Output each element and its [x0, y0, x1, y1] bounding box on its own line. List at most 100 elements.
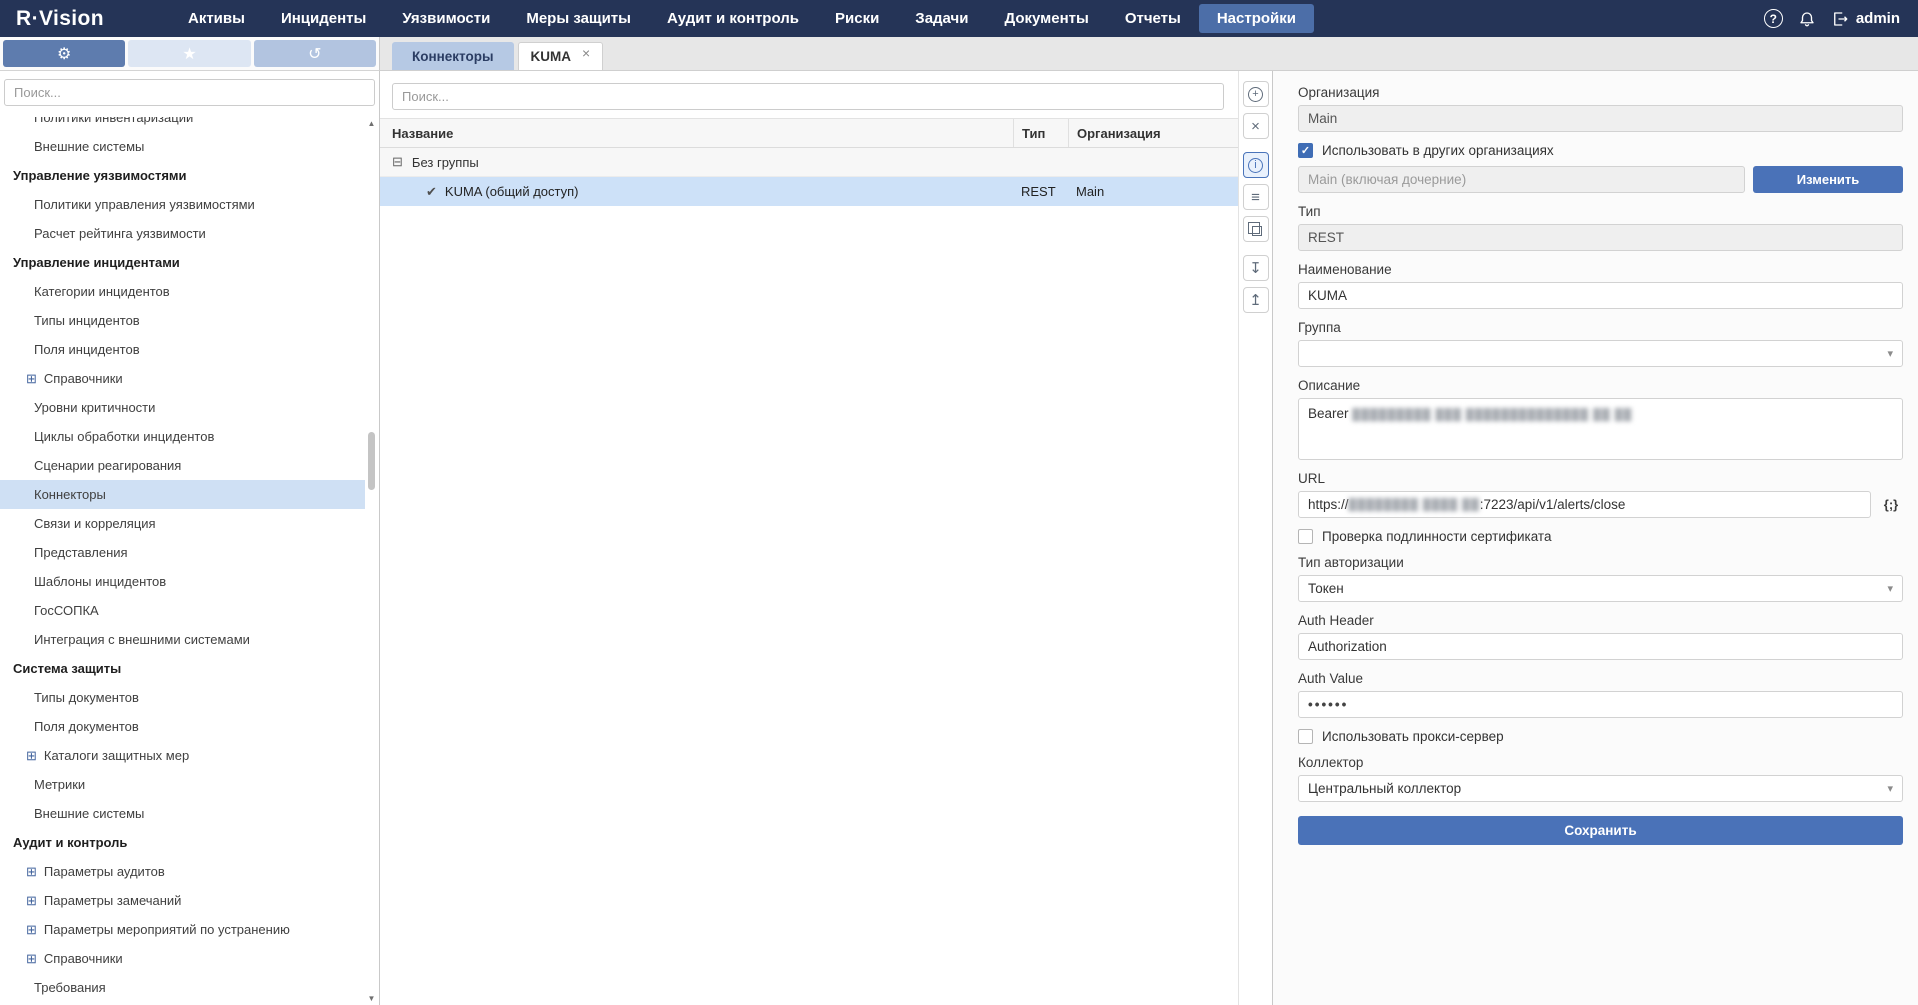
nav-item-10[interactable]: Настройки: [1199, 4, 1314, 33]
tree-item[interactable]: ⊞Параметры замечаний: [0, 886, 365, 915]
expand-plus-icon[interactable]: ⊞: [26, 893, 37, 908]
nav-item-2[interactable]: Инциденты: [263, 4, 384, 33]
group-row[interactable]: ⊟ Без группы: [380, 148, 1238, 177]
tree-item[interactable]: Циклы обработки инцидентов: [0, 422, 365, 451]
nav-item-4[interactable]: Меры защиты: [508, 4, 649, 33]
info-icon[interactable]: i: [1243, 152, 1269, 178]
tree-item[interactable]: Коннекторы: [0, 480, 365, 509]
tree-item[interactable]: ⊞Справочники: [0, 944, 365, 973]
url-input[interactable]: https://████████ ████ ██:7223/api/v1/ale…: [1298, 491, 1871, 518]
help-icon[interactable]: ?: [1764, 9, 1783, 28]
sidebar-tab-favorites[interactable]: ★: [128, 40, 250, 67]
auth-value-input[interactable]: ••••••: [1298, 691, 1903, 718]
tree-item[interactable]: ⊞Каталоги защитных мер: [0, 741, 365, 770]
tree-item[interactable]: ⊞Справочники: [0, 364, 365, 393]
tree-item[interactable]: Внешние системы: [0, 799, 365, 828]
tree-item[interactable]: ⊞ Параметры мероприятий по устранению: [0, 915, 365, 944]
nav-item-8[interactable]: Документы: [986, 4, 1106, 33]
tab-connectors[interactable]: Коннекторы: [392, 42, 514, 70]
tree-item-label: Уровни критичности: [34, 400, 155, 415]
clear-icon[interactable]: ×: [1243, 113, 1269, 139]
tree-item-label: Внешние системы: [34, 806, 144, 821]
tree-item[interactable]: Поля документов: [0, 712, 365, 741]
close-tab-icon[interactable]: ×: [582, 46, 590, 60]
sidebar-tab-recent[interactable]: ↺: [254, 40, 376, 67]
import-icon[interactable]: ↧: [1243, 255, 1269, 281]
tree-item[interactable]: Поля инцидентов: [0, 335, 365, 364]
description-textarea[interactable]: Bearer █████████ ███ ██████████████ ██ █…: [1298, 398, 1903, 460]
column-header-name[interactable]: Название: [380, 126, 1013, 141]
notifications-bell-icon[interactable]: [1798, 10, 1816, 28]
check-icon: ✔: [426, 184, 437, 200]
collector-select[interactable]: Центральный коллектор ▾: [1298, 775, 1903, 802]
nav-item-3[interactable]: Уязвимости: [384, 4, 508, 33]
tree-item-label: Коннекторы: [34, 487, 106, 502]
nav-item-1[interactable]: Активы: [170, 4, 263, 33]
row-type: REST: [1013, 184, 1068, 199]
name-input[interactable]: [1298, 282, 1903, 309]
tree-item[interactable]: Представления: [0, 538, 365, 567]
tree-item[interactable]: Политики управления уязвимостями: [0, 190, 365, 219]
tree-item[interactable]: Внешние системы: [0, 132, 365, 161]
expand-plus-icon[interactable]: ⊞: [26, 371, 37, 386]
tree-item[interactable]: Требования: [0, 973, 365, 1002]
connectors-list-panel: Название Тип Организация ⊟ Без группы ✔ …: [380, 71, 1238, 1005]
settings-sidebar: Политики инвентаризацииВнешние системыУп…: [0, 71, 380, 1005]
nav-item-6[interactable]: Риски: [817, 4, 897, 33]
tree-item[interactable]: Связи и корреляция: [0, 509, 365, 538]
history-icon: ↺: [308, 44, 321, 64]
tree-item[interactable]: Категории инцидентов: [0, 277, 365, 306]
tree-section: Система защиты: [0, 654, 365, 683]
proxy-checkbox[interactable]: [1298, 729, 1313, 744]
variables-braces-icon[interactable]: {;}: [1879, 497, 1903, 512]
add-icon[interactable]: +: [1243, 81, 1269, 107]
tree-item[interactable]: Политики инвентаризации: [0, 117, 365, 132]
expand-plus-icon[interactable]: ⊞: [26, 864, 37, 879]
tree-item-label: Параметры мероприятий по устранению: [44, 922, 290, 937]
auth-header-input[interactable]: [1298, 633, 1903, 660]
cert-checkbox[interactable]: [1298, 529, 1313, 544]
tab-kuma[interactable]: KUMA ×: [518, 42, 604, 70]
nav-item-5[interactable]: Аудит и контроль: [649, 4, 817, 33]
tree-item[interactable]: Типы инцидентов: [0, 306, 365, 335]
tree-item[interactable]: Сценарии реагирования: [0, 451, 365, 480]
list-search-input[interactable]: [392, 83, 1224, 110]
group-select[interactable]: ▾: [1298, 340, 1903, 367]
scroll-up-icon[interactable]: ▲: [365, 119, 378, 128]
cert-check-row[interactable]: Проверка подлинности сертификата: [1298, 529, 1903, 544]
expand-plus-icon[interactable]: ⊞: [26, 951, 37, 966]
user-menu[interactable]: admin: [1831, 10, 1900, 28]
tree-item[interactable]: Шаблоны инцидентов: [0, 567, 365, 596]
username: admin: [1856, 10, 1900, 27]
tree-item-label: ГосСОПКА: [34, 603, 99, 618]
nav-item-7[interactable]: Задачи: [897, 4, 986, 33]
scroll-down-icon[interactable]: ▼: [365, 994, 378, 1003]
share-orgs-row[interactable]: Использовать в других организациях: [1298, 143, 1903, 158]
proxy-check-row[interactable]: Использовать прокси-сервер: [1298, 729, 1903, 744]
sidebar-tab-settings[interactable]: ⚙: [3, 40, 125, 67]
tree-item[interactable]: Расчет рейтинга уязвимости: [0, 219, 365, 248]
nav-item-9[interactable]: Отчеты: [1107, 4, 1199, 33]
table-row[interactable]: ✔ KUMA (общий доступ) REST Main: [380, 177, 1238, 206]
auth-type-select[interactable]: Токен ▾: [1298, 575, 1903, 602]
share-orgs-checkbox[interactable]: [1298, 143, 1313, 158]
tree-item[interactable]: Интеграция с внешними системами: [0, 625, 365, 654]
copy-icon[interactable]: [1243, 216, 1269, 242]
tree-item[interactable]: ⊞Параметры аудитов: [0, 857, 365, 886]
save-button[interactable]: Сохранить: [1298, 816, 1903, 845]
details-icon[interactable]: ≡: [1243, 184, 1269, 210]
sidebar-search-input[interactable]: [4, 79, 375, 106]
tree-item[interactable]: Уровни критичности: [0, 393, 365, 422]
scroll-thumb[interactable]: [368, 432, 375, 490]
tree-item[interactable]: Типы документов: [0, 683, 365, 712]
collapse-minus-icon[interactable]: ⊟: [392, 154, 403, 170]
tree-item[interactable]: ГосСОПКА: [0, 596, 365, 625]
column-header-organization[interactable]: Организация: [1068, 119, 1238, 147]
expand-plus-icon[interactable]: ⊞: [26, 748, 37, 763]
tree-item[interactable]: Метрики: [0, 770, 365, 799]
change-button[interactable]: Изменить: [1753, 166, 1903, 193]
expand-plus-icon[interactable]: ⊞: [26, 922, 37, 937]
export-icon[interactable]: ↥: [1243, 287, 1269, 313]
sidebar-scrollbar[interactable]: ▲ ▼: [365, 117, 378, 1005]
column-header-type[interactable]: Тип: [1013, 119, 1068, 147]
